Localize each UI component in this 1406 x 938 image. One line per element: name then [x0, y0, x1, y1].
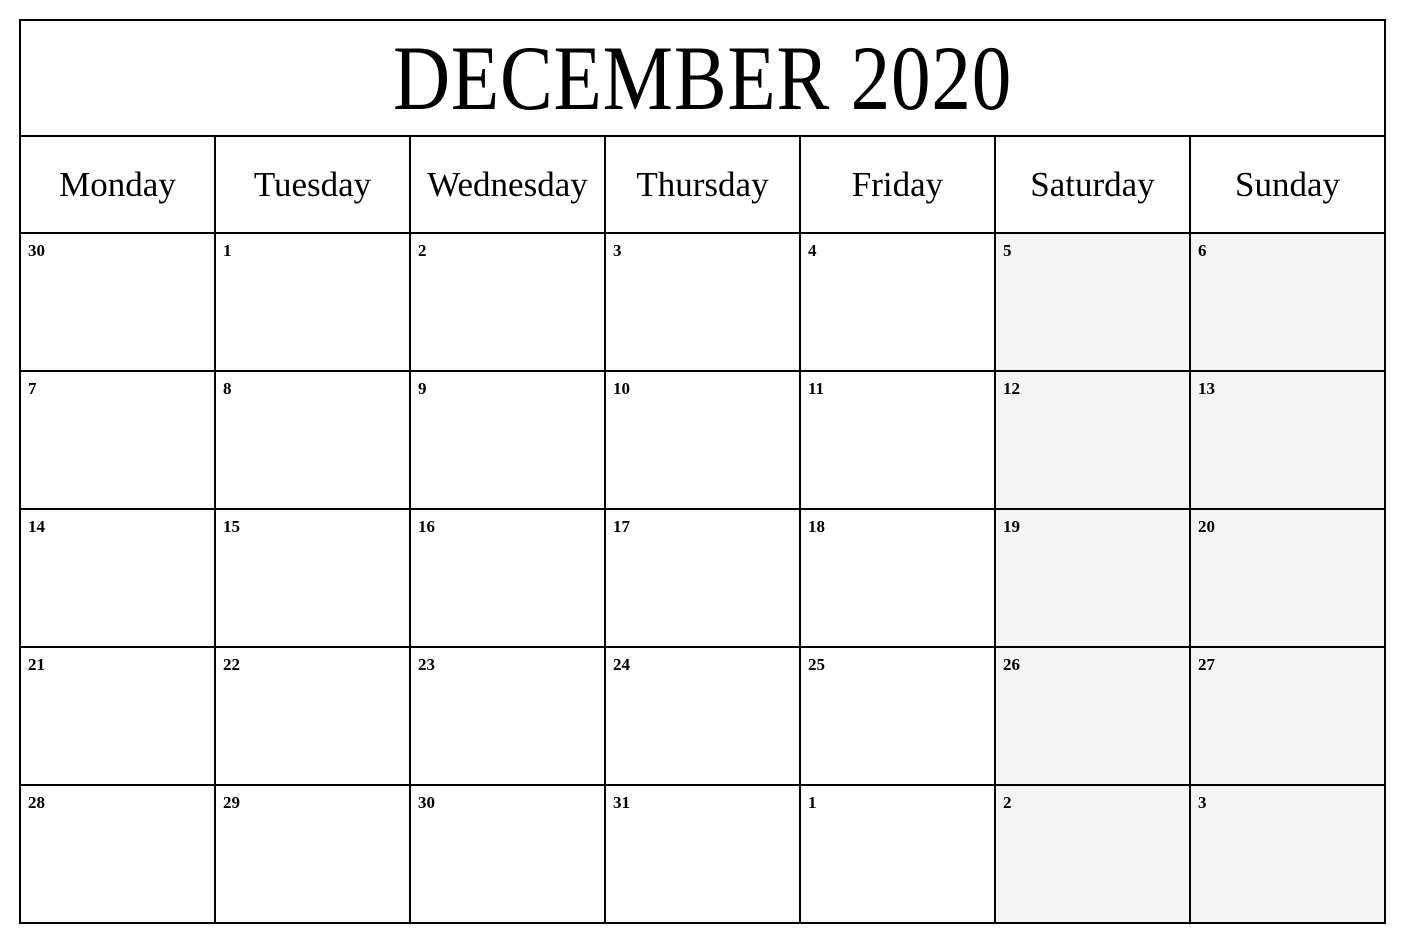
day-number: 10 — [613, 379, 630, 398]
calendar-day-cell[interactable]: 18 — [799, 508, 996, 648]
calendar-day-cell[interactable]: 28 — [19, 784, 216, 924]
day-number: 23 — [418, 655, 435, 674]
weekday-header-saturday: Saturday — [994, 135, 1191, 234]
calendar-title-cell: DECEMBER 2020 — [19, 19, 1386, 137]
calendar-day-cell[interactable]: 2 — [994, 784, 1191, 924]
calendar-day-cell[interactable]: 5 — [994, 232, 1191, 372]
calendar-day-cell[interactable]: 20 — [1189, 508, 1386, 648]
day-number: 20 — [1198, 517, 1215, 536]
weekday-label: Monday — [59, 165, 176, 204]
day-number: 3 — [613, 241, 622, 260]
day-number: 17 — [613, 517, 630, 536]
calendar-day-cell[interactable]: 6 — [1189, 232, 1386, 372]
calendar-day-cell[interactable]: 24 — [604, 646, 801, 786]
weekday-header-monday: Monday — [19, 135, 216, 234]
day-number: 2 — [1003, 793, 1012, 812]
weekday-label: Tuesday — [253, 165, 372, 204]
day-number: 30 — [28, 241, 45, 260]
calendar-day-cell[interactable]: 11 — [799, 370, 996, 510]
calendar-day-cell[interactable]: 30 — [19, 232, 216, 372]
day-number: 21 — [28, 655, 45, 674]
day-number: 24 — [613, 655, 630, 674]
calendar-day-cell[interactable]: 16 — [409, 508, 606, 648]
calendar-day-cell[interactable]: 15 — [214, 508, 411, 648]
calendar-week-row: 7 8 9 10 11 12 13 — [19, 370, 1386, 510]
calendar-day-cell[interactable]: 14 — [19, 508, 216, 648]
day-number: 6 — [1198, 241, 1207, 260]
weekday-header-row: Monday Tuesday Wednesday Thursday Friday Satu… — [19, 135, 1386, 234]
day-number: 16 — [418, 517, 435, 536]
weekday-label: Friday — [851, 165, 944, 204]
calendar-day-cell[interactable]: 17 — [604, 508, 801, 648]
day-number: 29 — [223, 793, 240, 812]
calendar-day-cell[interactable]: 22 — [214, 646, 411, 786]
day-number: 19 — [1003, 517, 1020, 536]
calendar-day-cell[interactable]: 4 — [799, 232, 996, 372]
day-number: 3 — [1198, 793, 1207, 812]
calendar-day-cell[interactable]: 31 — [604, 784, 801, 924]
day-number: 18 — [808, 517, 825, 536]
day-number: 4 — [808, 241, 817, 260]
weekday-label: Wednesday — [427, 165, 588, 204]
calendar-day-cell[interactable]: 3 — [1189, 784, 1386, 924]
day-number: 13 — [1198, 379, 1215, 398]
calendar-day-cell[interactable]: 12 — [994, 370, 1191, 510]
calendar-grid: DECEMBER 2020 Monday Tuesday Wednesday Thur… — [19, 19, 1386, 924]
day-number: 30 — [418, 793, 435, 812]
calendar-day-cell[interactable]: 23 — [409, 646, 606, 786]
day-number: 28 — [28, 793, 45, 812]
weekday-header-thursday: Thursday — [604, 135, 801, 234]
calendar-day-cell[interactable]: 21 — [19, 646, 216, 786]
page-title: DECEMBER 2020 — [392, 26, 1013, 129]
calendar-day-cell[interactable]: 8 — [214, 370, 411, 510]
day-number: 26 — [1003, 655, 1020, 674]
day-number: 9 — [418, 379, 427, 398]
day-number: 15 — [223, 517, 240, 536]
weekday-header-wednesday: Wednesday — [409, 135, 606, 234]
day-number: 12 — [1003, 379, 1020, 398]
day-number: 8 — [223, 379, 232, 398]
calendar-week-row: 30 1 2 3 4 5 6 — [19, 232, 1386, 372]
weekday-label: Thursday — [636, 165, 769, 204]
day-number: 5 — [1003, 241, 1012, 260]
weekday-header-friday: Friday — [799, 135, 996, 234]
day-number: 27 — [1198, 655, 1215, 674]
calendar-day-cell[interactable]: 19 — [994, 508, 1191, 648]
calendar-day-cell[interactable]: 26 — [994, 646, 1191, 786]
calendar-page: DECEMBER 2020 Monday Tuesday Wednesday Thur… — [0, 0, 1406, 938]
calendar-day-cell[interactable]: 9 — [409, 370, 606, 510]
day-number: 22 — [223, 655, 240, 674]
day-number: 7 — [28, 379, 37, 398]
day-number: 1 — [808, 793, 817, 812]
day-number: 1 — [223, 241, 232, 260]
day-number: 11 — [808, 379, 825, 398]
calendar-day-cell[interactable]: 13 — [1189, 370, 1386, 510]
calendar-week-row: 21 22 23 24 25 26 27 — [19, 646, 1386, 786]
weekday-header-tuesday: Tuesday — [214, 135, 411, 234]
calendar-title-row: DECEMBER 2020 — [19, 19, 1386, 137]
day-number: 31 — [613, 793, 630, 812]
calendar-week-row: 28 29 30 31 1 2 3 — [19, 784, 1386, 924]
weekday-label: Saturday — [1030, 165, 1155, 204]
day-number: 25 — [808, 655, 825, 674]
calendar-day-cell[interactable]: 10 — [604, 370, 801, 510]
day-number: 14 — [28, 517, 45, 536]
calendar-day-cell[interactable]: 2 — [409, 232, 606, 372]
calendar-week-row: 14 15 16 17 18 19 20 — [19, 508, 1386, 648]
calendar-day-cell[interactable]: 27 — [1189, 646, 1386, 786]
calendar-day-cell[interactable]: 7 — [19, 370, 216, 510]
calendar-day-cell[interactable]: 1 — [799, 784, 996, 924]
day-number: 2 — [418, 241, 427, 260]
weekday-header-sunday: Sunday — [1189, 135, 1386, 234]
calendar-day-cell[interactable]: 29 — [214, 784, 411, 924]
calendar-day-cell[interactable]: 30 — [409, 784, 606, 924]
calendar-day-cell[interactable]: 1 — [214, 232, 411, 372]
weekday-label: Sunday — [1235, 165, 1340, 204]
calendar-day-cell[interactable]: 25 — [799, 646, 996, 786]
calendar-day-cell[interactable]: 3 — [604, 232, 801, 372]
